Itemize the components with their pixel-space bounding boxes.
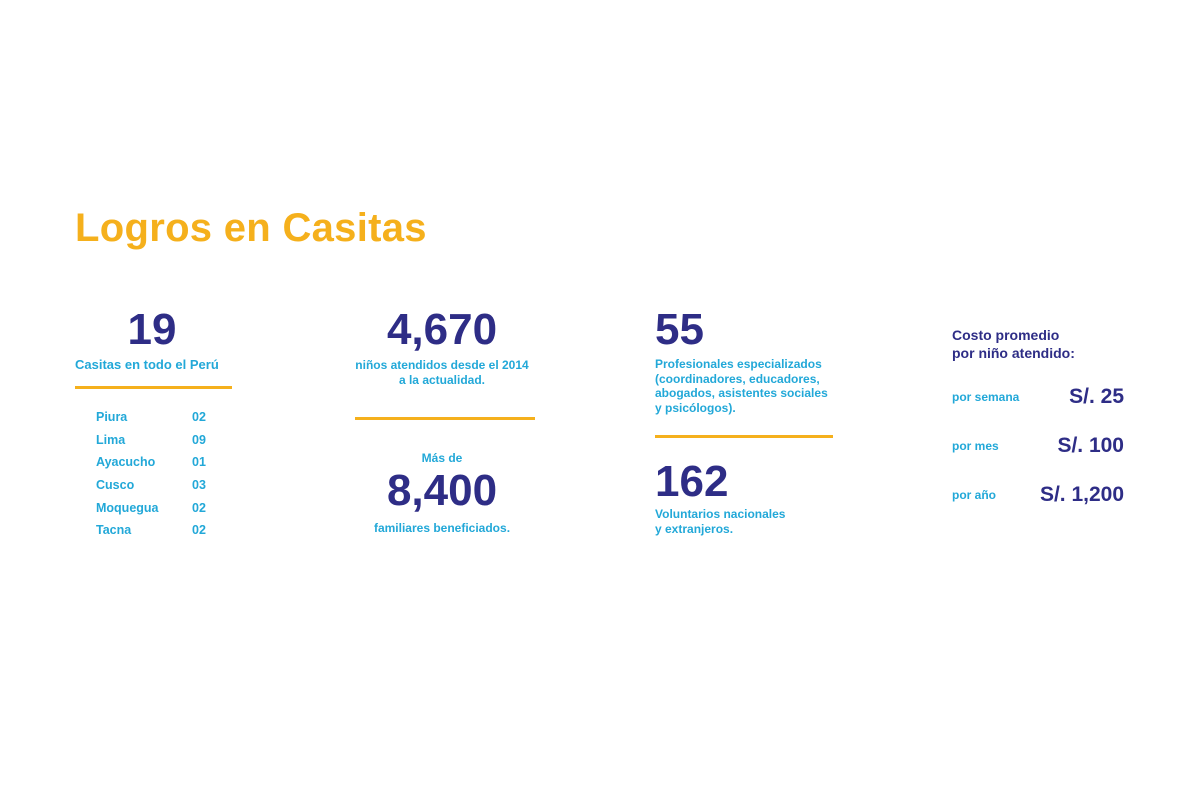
divider [75, 386, 232, 389]
ninos-description: niños atendidos desde el 2014 a la actua… [342, 358, 542, 388]
cost-row-mes: por mes S/. 100 [952, 432, 1124, 460]
cost-value: S/. 100 [1057, 434, 1124, 457]
cost-row-anio: por año S/. 1,200 [952, 481, 1124, 509]
familiares-description: familiares beneficiados. [373, 521, 511, 535]
costo-title-line: Costo promedio [952, 327, 1060, 343]
city-count: 02 [192, 500, 206, 515]
city-list: Piura 02 Lima 09 Ayacucho 01 Cusco 03 Mo… [96, 406, 226, 542]
city-name: Ayacucho [96, 455, 156, 470]
voluntarios-description: Voluntarios nacionales y extranjeros. [655, 507, 845, 536]
profesionales-desc-line: abogados, asistentes sociales [655, 386, 828, 401]
casitas-number: 19 [127, 305, 177, 354]
city-count: 02 [192, 523, 206, 538]
voluntarios-desc-line: Voluntarios nacionales [655, 507, 786, 521]
city-name: Tacna [96, 523, 132, 538]
profesionales-description: Profesionales especializados (coordinado… [655, 357, 845, 416]
familiares-prefix: Más de [421, 451, 463, 465]
cost-label: por año [952, 488, 996, 502]
list-item: Moquegua 02 [96, 496, 226, 519]
list-item: Lima 09 [96, 429, 226, 452]
voluntarios-number: 162 [655, 457, 729, 506]
city-count: 02 [192, 410, 206, 425]
city-name: Cusco [96, 478, 135, 493]
ninos-number: 4,670 [386, 305, 498, 354]
city-count: 01 [192, 455, 206, 470]
list-item: Piura 02 [96, 406, 226, 429]
list-item: Cusco 03 [96, 474, 226, 497]
city-count: 09 [192, 432, 206, 447]
city-name: Piura [96, 410, 128, 425]
cost-value: S/. 1,200 [1039, 483, 1124, 506]
ninos-desc-line: a la actualidad. [398, 373, 486, 387]
profesionales-desc-line: Profesionales especializados [655, 357, 822, 371]
costo-title: Costo promedio por niño atendido: [952, 327, 1075, 362]
cost-value: S/. 25 [1069, 385, 1124, 408]
city-count: 03 [192, 478, 206, 493]
voluntarios-desc-line: y extranjeros. [655, 521, 734, 536]
cost-row-semana: por semana S/. 25 [952, 383, 1124, 411]
city-name: Moquegua [96, 500, 159, 515]
divider [355, 417, 535, 420]
list-item: Ayacucho 01 [96, 451, 226, 474]
cost-label: por mes [952, 439, 999, 453]
profesionales-desc-line: (coordinadores, educadores, [655, 371, 820, 386]
profesionales-desc-line: y psicólogos). [655, 400, 736, 415]
casitas-label: Casitas en todo el Perú [75, 357, 219, 372]
divider [655, 435, 833, 438]
ninos-desc-line: niños atendidos desde el 2014 [355, 358, 529, 372]
profesionales-number: 55 [655, 305, 704, 354]
familiares-number: 8,400 [386, 466, 498, 515]
page-title: Logros en Casitas [75, 206, 427, 250]
costo-title-line: por niño atendido: [952, 344, 1075, 361]
city-name: Lima [96, 432, 126, 447]
list-item: Tacna 02 [96, 519, 226, 542]
cost-label: por semana [952, 390, 1020, 404]
